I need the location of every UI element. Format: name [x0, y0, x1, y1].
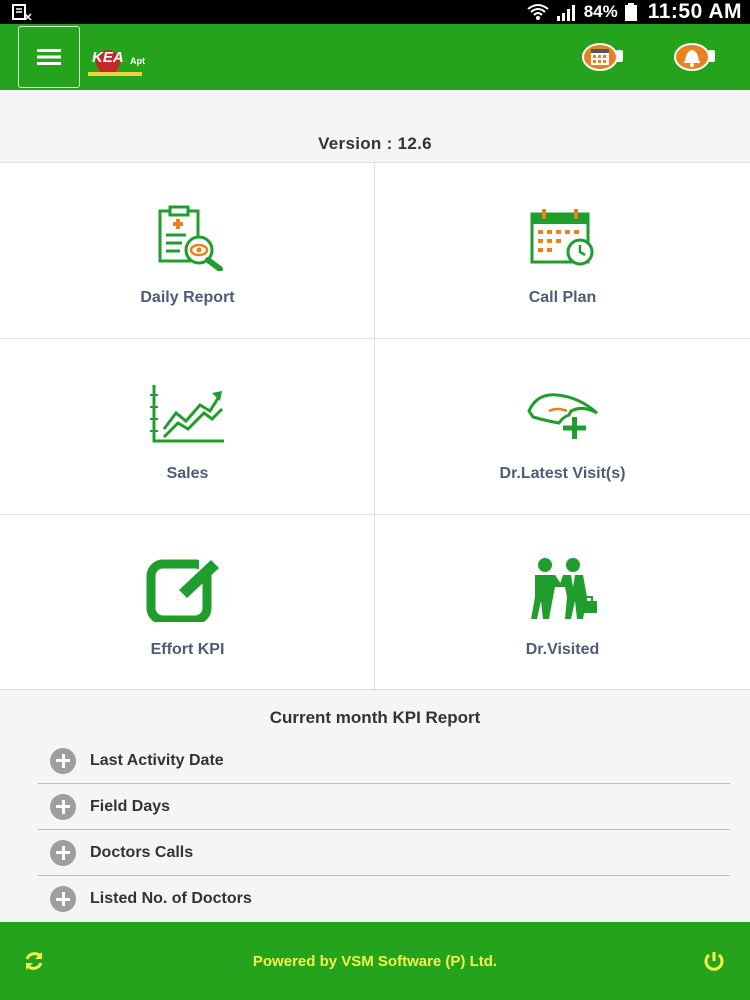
wifi-icon: [527, 4, 549, 20]
refresh-icon: [25, 952, 43, 970]
status-bar: 84% 11:50 AM: [0, 0, 750, 24]
kpi-report-title: Current month KPI Report: [269, 708, 481, 727]
tile-label: Effort KPI: [150, 641, 225, 658]
clock: 11:50 AM: [647, 0, 742, 23]
call-plan-icon: [530, 209, 593, 266]
logout-button[interactable]: [702, 949, 726, 973]
dashboard-grid: Daily Report Call Plan Sales Dr.Latest V…: [0, 162, 750, 691]
sales-chart-icon: [149, 385, 224, 443]
tile-effort-kpi[interactable]: Effort KPI: [0, 515, 375, 691]
notification-icon: [12, 4, 32, 20]
kpi-item-last-activity-date[interactable]: Last Activity Date: [38, 738, 730, 784]
version-label: Version : 12.6: [318, 134, 432, 153]
kpi-item-listed-doctors[interactable]: Listed No. of Doctors: [38, 876, 730, 922]
latest-visit-icon: [526, 393, 598, 439]
app-bar: KEA Apt: [0, 24, 750, 90]
tile-dr-latest-visits[interactable]: Dr.Latest Visit(s): [375, 339, 750, 515]
expand-icon: [50, 886, 76, 912]
svg-text:KEA: KEA: [92, 49, 124, 66]
kpi-list: Last Activity Date Field Days Doctors Ca…: [38, 738, 730, 922]
tile-label: Call Plan: [528, 289, 597, 306]
tile-label: Dr.Latest Visit(s): [499, 465, 626, 482]
svg-text:Apt: Apt: [130, 56, 145, 66]
kpi-item-field-days[interactable]: Field Days: [38, 784, 730, 830]
handshake-icon: [530, 558, 597, 619]
kpi-item-label: Listed No. of Doctors: [90, 890, 252, 907]
footer: Powered by VSM Software (P) Ltd.: [0, 922, 750, 1000]
footer-text: Powered by VSM Software (P) Ltd.: [252, 952, 498, 970]
kpi-item-label: Field Days: [90, 797, 171, 815]
app-logo: KEA Apt: [86, 40, 148, 80]
tile-label: Daily Report: [140, 289, 235, 306]
edit-icon: [146, 558, 219, 622]
notifications-button[interactable]: [672, 41, 716, 73]
battery-icon: [624, 3, 637, 21]
power-icon: [704, 952, 724, 971]
hamburger-icon: [37, 49, 61, 65]
kpi-item-label: Last Activity Date: [90, 751, 224, 769]
tile-dr-visited[interactable]: Dr.Visited: [375, 515, 750, 691]
calendar-icon: [582, 43, 623, 71]
tile-daily-report[interactable]: Daily Report: [0, 163, 375, 339]
tile-label: Dr.Visited: [525, 641, 600, 658]
kpi-item-doctors-calls[interactable]: Doctors Calls: [38, 830, 730, 876]
expand-icon: [50, 839, 76, 866]
expand-icon: [50, 793, 76, 820]
refresh-button[interactable]: [22, 949, 46, 973]
kpi-item-label: Doctors Calls: [90, 843, 194, 861]
tile-sales[interactable]: Sales: [0, 339, 375, 515]
bell-icon: [674, 43, 715, 71]
menu-button[interactable]: [18, 26, 80, 88]
tile-call-plan[interactable]: Call Plan: [375, 163, 750, 339]
daily-report-icon: [158, 205, 223, 271]
signal-icon: [556, 5, 575, 21]
tile-label: Sales: [166, 465, 209, 482]
calendar-button[interactable]: [580, 41, 624, 73]
expand-icon: [50, 747, 76, 774]
battery-percent: 84%: [583, 2, 618, 21]
